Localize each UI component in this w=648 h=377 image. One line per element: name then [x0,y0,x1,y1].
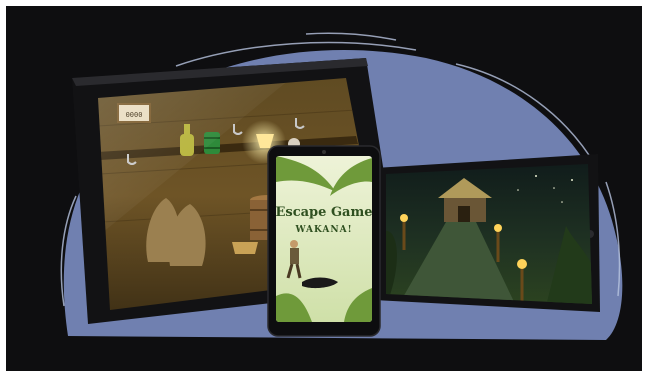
phone-camera [322,150,326,154]
game-title: Escape Game [275,205,372,220]
devices-illustration: 0000 [60,32,623,340]
tablet-right [374,154,600,312]
phone-screen: Escape Game WAKANA! [275,156,372,322]
basket-icon[interactable] [232,242,258,254]
phone: Escape Game WAKANA! [267,145,381,337]
game-subtitle: WAKANA! [294,225,352,235]
night-screen [386,164,592,304]
promo-banner: 0000 [6,6,642,371]
